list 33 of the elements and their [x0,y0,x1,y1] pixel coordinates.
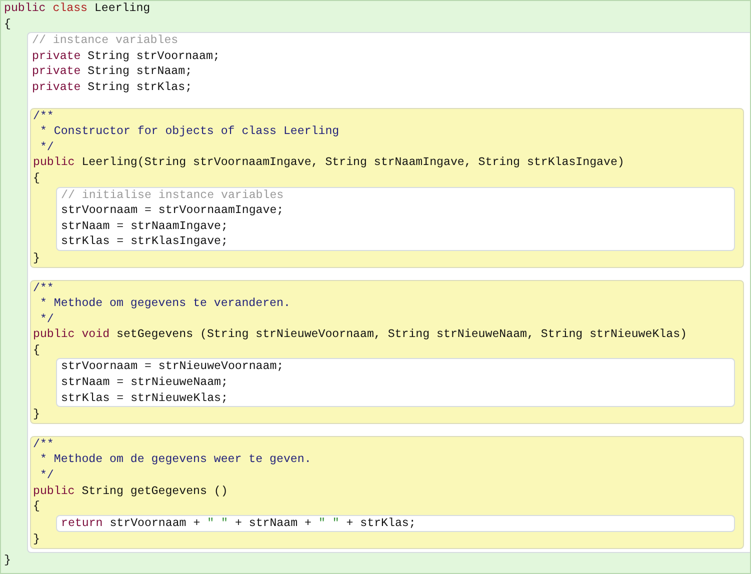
code-line: public class Leerling [4,1,150,17]
code-line: // instance variables [32,33,178,49]
code-line: strVoornaam = strVoornaamIngave; [61,203,284,219]
doc-comment-line: * Methode om de gegevens weer te geven. [38,452,312,468]
doc-comment-line: */ [38,312,54,328]
code-line: strNaam = strNaamIngave; [61,218,228,234]
code-line: private String strKlas; [32,80,192,96]
code-line: public void setGegevens (String strNieuweVoornaam, String strNieuweNaam, String strNieuweKlas) [33,327,688,343]
code-line: private String strNaam; [32,64,192,80]
code-line: public Leerling(String strVoornaamIngave, String strNaamIngave, String strKlasIngave) [33,155,624,171]
code-line: strKlas = strKlasIngave; [61,234,228,250]
doc-comment-line: * Methode om gegevens te veranderen. [38,296,290,312]
code-line: strNaam = strNieuweNaam; [61,375,228,391]
doc-comment-line: */ [38,468,54,484]
brace: { [33,170,40,187]
code-line: public String getGegevens () [33,484,228,500]
brace: } [33,407,40,423]
code-line: return strVoornaam + " " + strNaam + " " + strKlas; [61,516,416,532]
brace: { [4,16,11,32]
brace: } [33,532,40,548]
code-line: private String strVoornaam; [32,48,220,64]
brace: } [4,553,11,569]
doc-comment-line: /** [33,108,54,124]
doc-comment-line: * Constructor for objects of class Leerling [38,124,340,140]
brace: } [33,250,40,266]
doc-comment-line: /** [33,436,54,452]
brace: { [33,342,40,358]
code-line: strVoornaam = strNieuweVoornaam; [61,359,284,376]
doc-comment-line: */ [38,140,54,156]
code-line: strKlas = strNieuweKlas; [61,390,228,406]
code-line: // initialise instance variables [61,188,284,204]
brace: { [33,499,40,515]
doc-comment-line: /** [33,280,54,296]
